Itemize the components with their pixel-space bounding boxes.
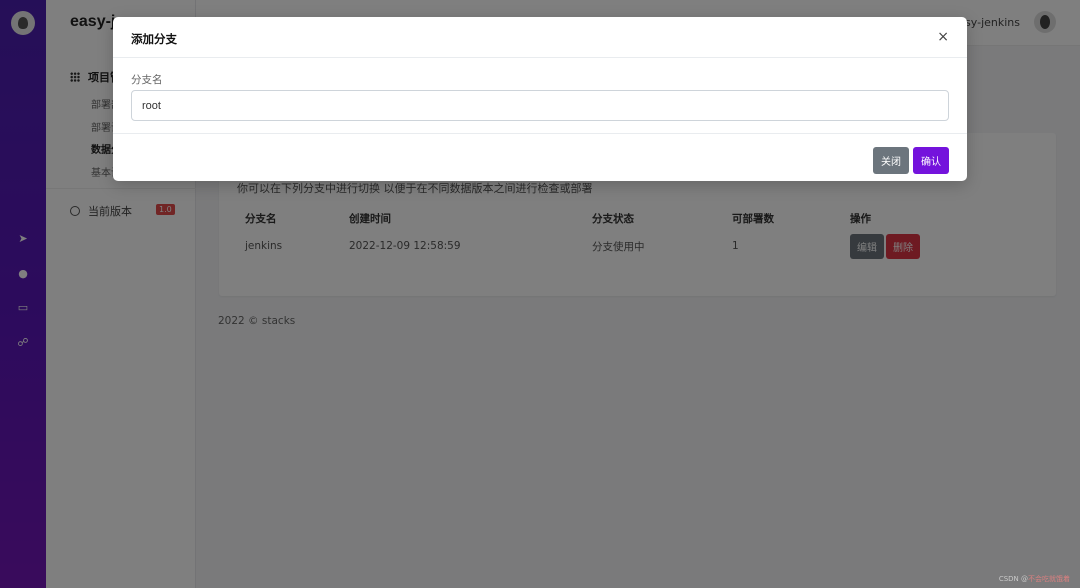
branch-name-input[interactable] [131,90,949,121]
modal-footer: 关闭 确认 [113,133,967,181]
modal-title: 添加分支 [131,32,177,46]
close-icon[interactable]: × [937,28,949,46]
watermark: CSDN @不会吃就饿着 [999,574,1070,584]
watermark-author: 不会吃就饿着 [1028,575,1070,583]
watermark-text: CSDN @ [998,575,1028,583]
confirm-button[interactable]: 确认 [913,147,949,174]
branch-name-label: 分支名 [131,74,163,86]
add-branch-modal: 添加分支 × 分支名 关闭 确认 [113,17,967,181]
close-button[interactable]: 关闭 [873,147,909,174]
modal-header: 添加分支 × [113,17,967,58]
